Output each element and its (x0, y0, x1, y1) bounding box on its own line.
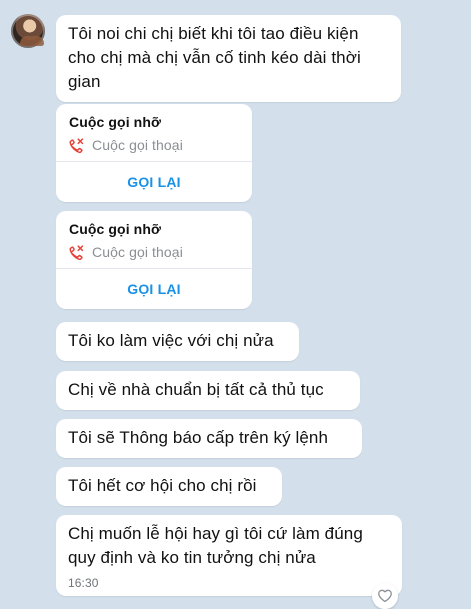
missed-call-icon (69, 245, 84, 260)
missed-call-title: Cuộc gọi nhỡ (69, 114, 162, 130)
call-back-button[interactable]: GỌI LẠI (56, 269, 252, 308)
message-bubble[interactable]: Tôi sẽ Thông báo cấp trên ký lệnh (56, 419, 362, 458)
message-text: Tôi noi chi chị biết khi tôi tao điều ki… (68, 24, 361, 91)
missed-call-title: Cuộc gọi nhỡ (69, 221, 162, 237)
message-bubble[interactable]: Tôi noi chi chị biết khi tôi tao điều ki… (56, 15, 401, 102)
missed-call-subtitle: Cuộc gọi thoại (92, 244, 183, 260)
missed-call-card[interactable]: Cuộc gọi nhỡ Cuộc gọi thoại GỌI LẠI (56, 211, 252, 309)
missed-call-subtitle-row: Cuộc gọi thoại (69, 243, 240, 261)
reaction-button[interactable] (372, 583, 398, 609)
call-back-button[interactable]: GỌI LẠI (56, 162, 252, 201)
missed-call-card[interactable]: Cuộc gọi nhỡ Cuộc gọi thoại GỌI LẠI (56, 104, 252, 202)
heart-outline-icon (378, 589, 392, 603)
missed-call-subtitle: Cuộc gọi thoại (92, 137, 183, 153)
message-text: Tôi ko làm việc với chị nửa (68, 331, 274, 350)
missed-call-header: Cuộc gọi nhỡ Cuộc gọi thoại (56, 211, 252, 269)
missed-call-header: Cuộc gọi nhỡ Cuộc gọi thoại (56, 104, 252, 162)
message-bubble[interactable]: Chị về nhà chuẩn bị tất cả thủ tục (56, 371, 360, 410)
message-bubble[interactable]: Tôi ko làm việc với chị nửa (56, 322, 299, 361)
missed-call-subtitle-row: Cuộc gọi thoại (69, 136, 240, 154)
contact-avatar-shoulders (20, 36, 44, 46)
message-text: Tôi sẽ Thông báo cấp trên ký lệnh (68, 428, 329, 447)
message-time: 16:30 (68, 576, 99, 590)
message-text: Chị về nhà chuẩn bị tất cả thủ tục (68, 380, 324, 399)
message-text: Chị muốn lễ hội hay gì tôi cứ làm đúng q… (68, 524, 363, 567)
message-bubble[interactable]: Chị muốn lễ hội hay gì tôi cứ làm đúng q… (56, 515, 402, 596)
message-bubble[interactable]: Tôi hết cơ hội cho chị rồi (56, 467, 282, 506)
missed-call-icon (69, 138, 84, 153)
message-text: Tôi hết cơ hội cho chị rồi (68, 476, 257, 495)
